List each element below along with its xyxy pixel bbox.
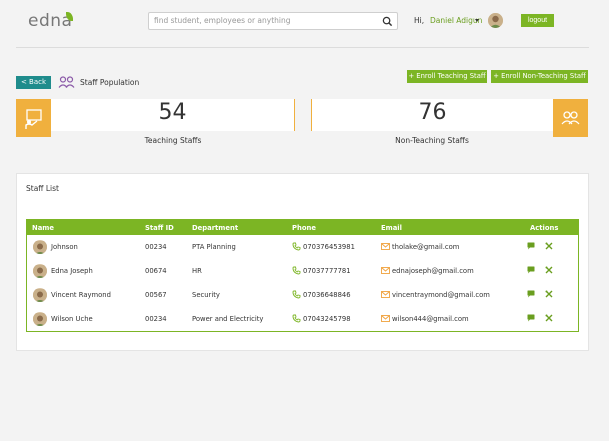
- mail-icon: [381, 315, 390, 322]
- staff-name: Vincent Raymond: [51, 291, 111, 299]
- phone-icon: [292, 242, 301, 251]
- staff-email: tholake@gmail.com: [392, 243, 460, 251]
- logout-button[interactable]: logout: [521, 14, 554, 27]
- staff-phone: 070376453981: [303, 243, 355, 251]
- column-header-name: Name: [32, 224, 54, 232]
- staff-phone: 07043245798: [303, 315, 351, 323]
- table-row[interactable]: Johnson 00234 PTA Planning 070376453981 …: [27, 236, 578, 259]
- staff-table: Name Staff ID Department Phone Email Act…: [26, 219, 579, 332]
- staff-department: HR: [192, 267, 202, 275]
- column-header-email: Email: [381, 224, 402, 232]
- top-bar: edna find student, employees or anything…: [0, 0, 609, 44]
- search-input[interactable]: find student, employees or anything: [148, 12, 398, 30]
- tools-icon[interactable]: [545, 314, 553, 322]
- staff-email: ednajoseph@gmail.com: [392, 267, 474, 275]
- avatar[interactable]: [488, 13, 503, 28]
- staff-id: 00234: [145, 315, 167, 323]
- staff-name: Edna Joseph: [51, 267, 93, 275]
- table-header: Name Staff ID Department Phone Email Act…: [27, 220, 578, 235]
- staff-phone: 07037777781: [303, 267, 351, 275]
- column-header-phone: Phone: [292, 224, 316, 232]
- phone-icon: [292, 314, 301, 323]
- staff-phone: 07036648846: [303, 291, 351, 299]
- column-header-actions: Actions: [530, 224, 559, 232]
- avatar: [33, 288, 47, 302]
- phone-icon: [292, 266, 301, 275]
- staff-email: vincentraymond@gmail.com: [392, 291, 490, 299]
- table-row[interactable]: Vincent Raymond 00567 Security 070366488…: [27, 284, 578, 307]
- page-title: Staff Population: [80, 78, 140, 87]
- avatar: [33, 264, 47, 278]
- staff-name: Wilson Uche: [51, 315, 93, 323]
- greeting-text: Hi,: [414, 16, 425, 25]
- nonteaching-label: Non-Teaching Staffs: [395, 136, 469, 145]
- staff-id: 00674: [145, 267, 167, 275]
- enroll-teaching-button[interactable]: + Enroll Teaching Staff: [407, 70, 487, 83]
- staff-email: wilson444@gmail.com: [392, 315, 469, 323]
- staff-department: PTA Planning: [192, 243, 236, 251]
- mail-icon: [381, 267, 390, 274]
- staff-name: Johnson: [51, 243, 78, 251]
- teaching-stat-card: 54: [51, 99, 295, 131]
- column-header-staff-id: Staff ID: [145, 224, 174, 232]
- message-icon[interactable]: [527, 242, 535, 250]
- table-row[interactable]: Edna Joseph 00674 HR 07037777781 ednajos…: [27, 260, 578, 283]
- back-button[interactable]: < Back: [16, 76, 51, 89]
- message-icon[interactable]: [527, 314, 535, 322]
- users-icon: [58, 76, 75, 88]
- teaching-label: Teaching Staffs: [144, 136, 202, 145]
- staff-list-panel: Staff List Name Staff ID Department Phon…: [16, 173, 589, 351]
- chevron-down-icon[interactable]: [475, 19, 479, 22]
- nonteaching-count: 76: [418, 100, 447, 125]
- tools-icon[interactable]: [545, 290, 553, 298]
- nonteaching-stat-icon-box: [553, 99, 588, 137]
- teacher-board-icon: [25, 109, 42, 129]
- avatar: [33, 240, 47, 254]
- column-header-department: Department: [192, 224, 239, 232]
- header-divider: [16, 47, 589, 48]
- tools-icon[interactable]: [545, 266, 553, 274]
- mail-icon: [381, 243, 390, 250]
- teaching-count: 54: [158, 100, 187, 125]
- message-icon[interactable]: [527, 266, 535, 274]
- staff-department: Security: [192, 291, 220, 299]
- staff-id: 00567: [145, 291, 167, 299]
- panel-title: Staff List: [26, 184, 59, 193]
- staff-department: Power and Electricity: [192, 315, 264, 323]
- nonteaching-stat-card: 76: [311, 99, 553, 131]
- enroll-nonteaching-button[interactable]: + Enroll Non-Teaching Staff: [491, 70, 588, 83]
- avatar: [33, 312, 47, 326]
- users-icon: [561, 111, 580, 125]
- staff-id: 00234: [145, 243, 167, 251]
- tools-icon[interactable]: [545, 242, 553, 250]
- mail-icon: [381, 291, 390, 298]
- phone-icon: [292, 290, 301, 299]
- search-placeholder: find student, employees or anything: [154, 16, 291, 25]
- message-icon[interactable]: [527, 290, 535, 298]
- table-row[interactable]: Wilson Uche 00234 Power and Electricity …: [27, 308, 578, 331]
- teaching-stat-icon-box: [16, 99, 51, 137]
- search-icon[interactable]: [382, 16, 393, 27]
